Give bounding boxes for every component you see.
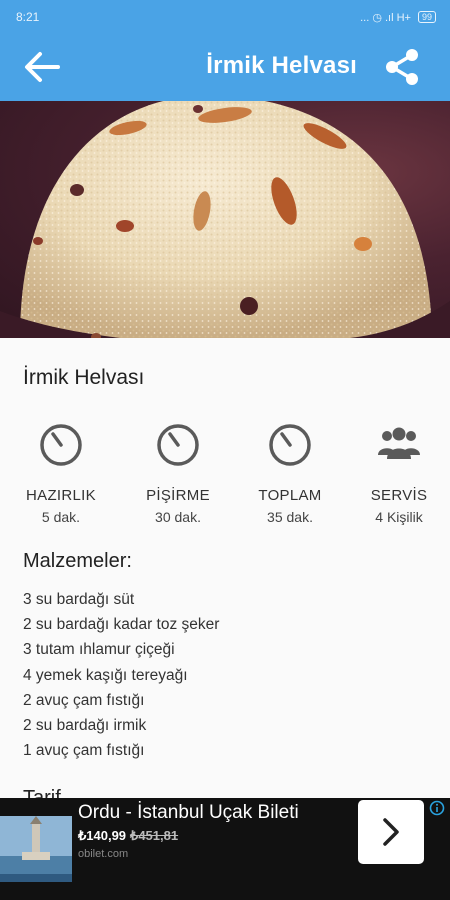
ingredient-item: 2 su bardağı irmik (23, 716, 147, 734)
ad-banner[interactable]: Ordu - İstanbul Uçak Bileti ₺140,99 ₺451,… (0, 798, 450, 900)
arrow-left-icon (25, 52, 60, 82)
ingredient-item: 1 avuç çam fıstığı (23, 742, 145, 760)
stat-label: HAZIRLIK (26, 487, 96, 504)
stat-cook: PİŞİRME 30 dak. (123, 422, 233, 525)
chevron-right-icon (383, 818, 399, 846)
timer-icon (40, 424, 82, 466)
share-button[interactable] (382, 47, 422, 87)
stat-value: 4 Kişilik (375, 509, 423, 525)
timer-icon (269, 424, 311, 466)
recipe-title: İrmik Helvası (23, 366, 145, 389)
stat-total: TOPLAM 35 dak. (235, 422, 345, 525)
ad-choices-icon[interactable] (428, 800, 446, 816)
stat-label: TOPLAM (258, 487, 322, 504)
ad-old-price: ₺451,81 (130, 828, 179, 843)
status-icons: ... ◷ .ıl H+ (360, 11, 411, 24)
status-indicators: ... ◷ .ıl H+ 99 (360, 11, 436, 24)
ingredients-list: 3 su bardağı süt 2 su bardağı kadar toz … (23, 587, 219, 763)
stat-label: SERVİS (370, 487, 428, 504)
stat-value: 35 dak. (267, 509, 313, 525)
ad-domain: obilet.com (78, 848, 129, 860)
recipe-photo (0, 101, 450, 338)
back-button[interactable] (22, 49, 62, 85)
recipe-content: İrmik Helvası HAZIRLIK 5 dak. PİŞİRME 30… (0, 338, 450, 809)
recipe-stats: HAZIRLIK 5 dak. PİŞİRME 30 dak. TOPLAM 3… (0, 422, 450, 532)
ingredient-item: 2 avuç çam fıstığı (23, 691, 145, 709)
stat-servings: SERVİS 4 Kişilik (344, 422, 450, 525)
ingredient-item: 4 yemek kaşığı tereyağı (23, 666, 188, 684)
app-title: İrmik Helvası (206, 52, 357, 79)
users-icon (378, 427, 420, 459)
ad-open-button[interactable] (358, 800, 424, 864)
helva-image (0, 101, 450, 338)
ingredient-item: 2 su bardağı kadar toz şeker (23, 616, 220, 634)
app-bar: İrmik Helvası (0, 34, 450, 101)
status-time: 8:21 (16, 10, 40, 24)
status-bar: 8:21 ... ◷ .ıl H+ 99 (0, 0, 450, 34)
ingredients-title: Malzemeler: (23, 550, 132, 572)
ad-image[interactable] (0, 816, 72, 882)
ad-price: ₺140,99 ₺451,81 (78, 828, 178, 844)
stat-value: 30 dak. (155, 509, 201, 525)
ingredient-item: 3 tutam ıhlamur çiçeği (23, 641, 175, 659)
share-icon (386, 49, 418, 85)
ad-current-price: ₺140,99 (78, 828, 127, 843)
ingredient-item: 3 su bardağı süt (23, 591, 135, 608)
stat-label: PİŞİRME (146, 487, 210, 504)
ad-title[interactable]: Ordu - İstanbul Uçak Bileti (78, 802, 299, 824)
stat-prep: HAZIRLIK 5 dak. (6, 422, 116, 525)
timer-icon (157, 424, 199, 466)
battery-icon: 99 (417, 11, 436, 23)
stat-value: 5 dak. (41, 509, 81, 525)
